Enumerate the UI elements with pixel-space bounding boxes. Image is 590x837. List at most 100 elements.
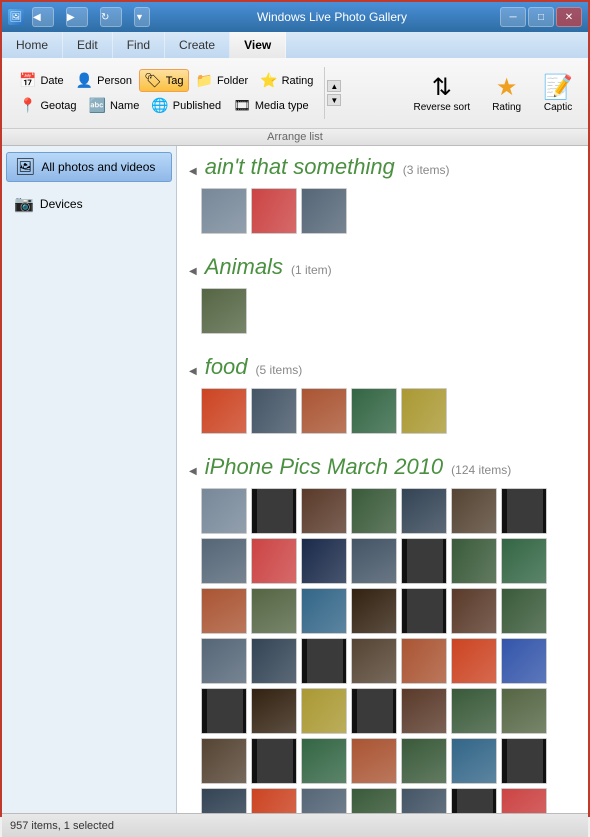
photo-thumb[interactable] [351,488,397,534]
photo-thumb[interactable] [451,688,497,734]
sidebar-item-devices[interactable]: 📷 Devices [6,190,172,218]
close-button[interactable]: ✕ [556,7,582,27]
tab-home[interactable]: Home [2,32,63,58]
photo-thumb[interactable] [401,788,447,813]
photo-thumb[interactable] [251,488,297,534]
photo-thumb[interactable] [251,188,297,234]
photo-thumb[interactable] [301,188,347,234]
photo-thumb[interactable] [201,588,247,634]
group-arrow: ◀ [189,466,197,477]
photo-thumb[interactable] [351,538,397,584]
photo-thumb[interactable] [251,638,297,684]
photo-thumb[interactable] [301,388,347,434]
photo-thumb[interactable] [201,738,247,784]
ribbon-scroll-down-button[interactable]: ▼ [327,94,341,106]
reverse-sort-button[interactable]: ⇅ Reverse sort [405,68,480,118]
sidebar-item-all-photos[interactable]: 🖼 All photos and videos [6,152,172,182]
arrange-mediatype-button[interactable]: 🎞 Media type [228,94,314,117]
group-count: (1 item) [291,263,332,277]
photo-thumb[interactable] [351,588,397,634]
mediatype-icon: 🎞 [233,97,251,114]
photo-thumb[interactable] [451,788,497,813]
photo-thumb[interactable] [501,588,547,634]
photo-thumb[interactable] [351,788,397,813]
photo-thumb[interactable] [301,788,347,813]
photo-thumb[interactable] [201,688,247,734]
arrange-geotag-button[interactable]: 📍 Geotag [14,94,82,117]
photo-thumb[interactable] [451,538,497,584]
photo-thumb[interactable] [351,388,397,434]
minimize-button[interactable]: ─ [500,7,526,27]
group-arrow: ◀ [189,166,197,177]
arrange-published-button[interactable]: 🌐 Published [146,94,226,117]
photo-thumb[interactable] [401,638,447,684]
photo-thumb[interactable] [301,738,347,784]
arrange-name-button[interactable]: 🔤 Name [84,94,145,117]
photo-thumb[interactable] [501,488,547,534]
photo-thumb[interactable] [351,738,397,784]
photo-thumb[interactable] [251,588,297,634]
photo-thumb[interactable] [501,538,547,584]
view-rating-icon: ★ [496,73,518,102]
title-bar: 🖼 ◀ ▶ ↻ ▼ Windows Live Photo Gallery ─ □… [2,2,588,32]
app-icon: 🖼 [8,9,24,25]
photo-thumb[interactable] [451,638,497,684]
photo-thumb[interactable] [401,738,447,784]
nav-forward-button[interactable]: ▶ [66,7,88,27]
arrange-folder-button[interactable]: 📁 Folder [191,69,254,92]
maximize-button[interactable]: □ [528,7,554,27]
group-header-animals[interactable]: ◀ Animals (1 item) [189,254,576,280]
photo-thumb[interactable] [301,688,347,734]
arrange-date-button[interactable]: 📅 Date [14,69,69,92]
photo-thumb[interactable] [201,188,247,234]
photo-thumb[interactable] [451,588,497,634]
photo-thumb[interactable] [201,638,247,684]
nav-refresh-button[interactable]: ↻ [100,7,122,27]
group-header-iphone[interactable]: ◀ iPhone Pics March 2010 (124 items) [189,454,576,480]
photo-thumb[interactable] [201,388,247,434]
photo-thumb[interactable] [501,688,547,734]
nav-dropdown-button[interactable]: ▼ [134,7,150,27]
photo-thumb[interactable] [501,638,547,684]
photo-thumb[interactable] [251,538,297,584]
photo-thumb[interactable] [401,588,447,634]
photo-thumb[interactable] [501,788,547,813]
ribbon-scroll-up-button[interactable]: ▲ [327,80,341,92]
photo-thumb[interactable] [251,788,297,813]
tab-view[interactable]: View [230,32,286,58]
photo-thumb[interactable] [301,538,347,584]
photo-thumb[interactable] [301,588,347,634]
group-header-aint[interactable]: ◀ ain't that something (3 items) [189,154,576,180]
photo-thumb[interactable] [501,738,547,784]
arrange-person-button[interactable]: 👤 Person [71,69,137,92]
tab-edit[interactable]: Edit [63,32,113,58]
photo-thumb[interactable] [351,638,397,684]
photo-thumb[interactable] [351,688,397,734]
content-area: ◀ ain't that something (3 items) ◀ Anima… [177,146,588,813]
photo-thumb[interactable] [201,288,247,334]
photo-thumb[interactable] [401,688,447,734]
photo-thumb[interactable] [301,488,347,534]
tab-create[interactable]: Create [165,32,230,58]
photo-thumb[interactable] [301,638,347,684]
photo-thumb[interactable] [201,538,247,584]
arrange-tag-button[interactable]: 🏷 Tag [139,69,189,92]
photo-thumb[interactable] [451,488,497,534]
nav-back-button[interactable]: ◀ [32,7,54,27]
title-bar-controls: 🖼 ◀ ▶ ↻ ▼ [8,7,158,27]
photo-thumb[interactable] [401,388,447,434]
person-icon: 👤 [76,72,93,89]
photo-thumb[interactable] [251,688,297,734]
photo-thumb[interactable] [451,738,497,784]
tab-find[interactable]: Find [113,32,165,58]
group-header-food[interactable]: ◀ food (5 items) [189,354,576,380]
photo-thumb[interactable] [251,738,297,784]
photo-thumb[interactable] [401,538,447,584]
caption-button[interactable]: 📝 Captic [534,68,582,118]
photo-thumb[interactable] [401,488,447,534]
arrange-rating-button[interactable]: ⭐ Rating [255,69,318,92]
view-rating-button[interactable]: ★ Rating [483,68,530,118]
photo-thumb[interactable] [201,488,247,534]
photo-thumb[interactable] [201,788,247,813]
photo-thumb[interactable] [251,388,297,434]
